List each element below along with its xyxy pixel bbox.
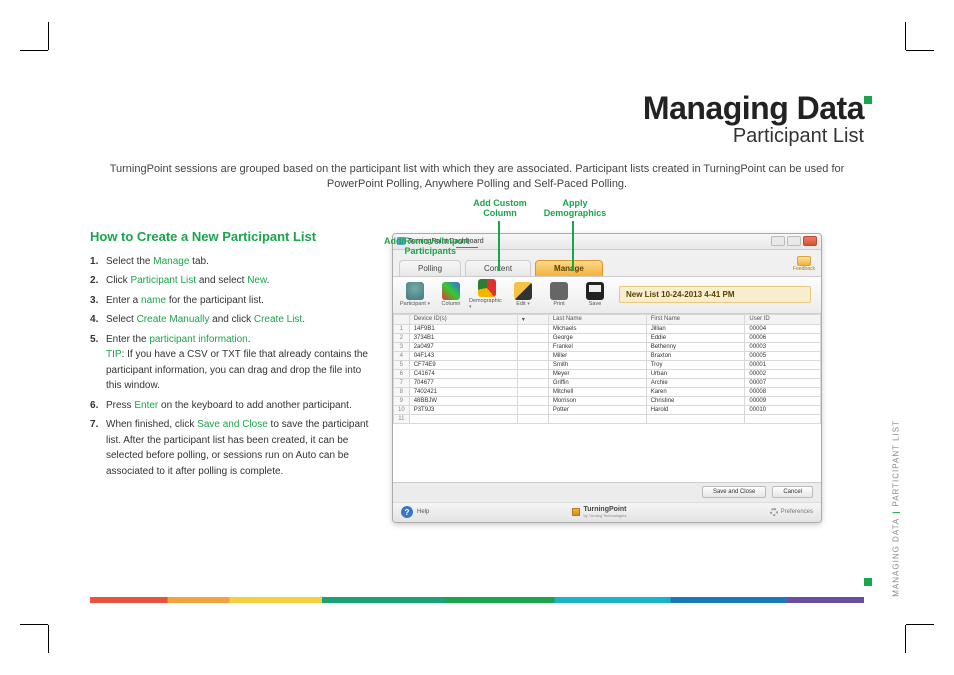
help-label[interactable]: Help: [417, 509, 429, 515]
callout-demographics: Apply Demographics: [538, 199, 612, 219]
steps-list: Select the Manage tab. Click Participant…: [90, 254, 370, 480]
page-title: Managing Data: [90, 90, 864, 127]
preferences-link[interactable]: Preferences: [770, 508, 813, 516]
rainbow-divider: [90, 597, 864, 603]
maximize-button[interactable]: [787, 236, 801, 246]
close-button[interactable]: [803, 236, 817, 246]
brand-logo: TurningPointby Turning Technologies: [572, 506, 626, 518]
minimize-button[interactable]: [771, 236, 785, 246]
step-7: When finished, click Save and Close to s…: [90, 417, 370, 479]
step-5: Enter the participant information.TIP: I…: [90, 332, 370, 394]
table-row[interactable]: 948BBJWMorrisonChristine00009: [394, 396, 821, 405]
section-heading: How to Create a New Participant List: [90, 229, 370, 244]
column-icon: [442, 282, 460, 300]
help-icon[interactable]: ?: [401, 506, 413, 518]
feedback-icon: [797, 256, 811, 266]
step-2: Click Participant List and select New.: [90, 273, 370, 289]
tab-manage[interactable]: Manage: [535, 260, 603, 276]
table-row[interactable]: 10P3T9J3PotterHarold00010: [394, 405, 821, 414]
screenshot-window: TurningPoint Dashboard Polling Content M…: [392, 233, 822, 523]
table-row[interactable]: 32a0497FrankelBethenny00003: [394, 342, 821, 351]
save-button[interactable]: Save: [577, 282, 613, 307]
save-icon: [586, 282, 604, 300]
page-subtitle: Participant List: [90, 125, 864, 148]
step-3: Enter a name for the participant list.: [90, 293, 370, 309]
print-icon: [550, 282, 568, 300]
table-row[interactable]: 114F9B1MichaelsJillian00004: [394, 324, 821, 333]
edit-button[interactable]: Edit ▾: [505, 282, 541, 307]
table-row[interactable]: 23734B1GeorgeEddie00006: [394, 333, 821, 342]
save-close-button[interactable]: Save and Close: [702, 486, 766, 498]
table-row[interactable]: 404F143MillerBraxton00005: [394, 351, 821, 360]
step-4: Select Create Manually and click Create …: [90, 312, 370, 328]
side-running-head: MANAGING DATA|PARTICIPANT LIST: [892, 420, 901, 597]
participant-table[interactable]: Device ID(s) ▾ Last Name First Name User…: [393, 314, 821, 424]
col-userid: User ID: [745, 314, 821, 324]
col-device: Device ID(s): [409, 314, 517, 324]
cancel-button[interactable]: Cancel: [772, 486, 813, 498]
table-row[interactable]: 7704677GriffinArchie00007: [394, 378, 821, 387]
tab-polling[interactable]: Polling: [399, 260, 461, 276]
demographic-icon: [478, 279, 496, 297]
feedback-button[interactable]: Feedback: [793, 256, 815, 276]
col-lastname: Last Name: [548, 314, 646, 324]
step-6: Press Enter on the keyboard to add anoth…: [90, 398, 370, 414]
table-row[interactable]: 5CF74E9SmithTroy00001: [394, 360, 821, 369]
accent-square: [864, 578, 872, 586]
table-row[interactable]: 87402421MitchellKaren00008: [394, 387, 821, 396]
accent-square: [864, 96, 872, 104]
demographic-button[interactable]: Demographic ▾: [469, 279, 505, 310]
participant-icon: [406, 282, 424, 300]
callout-participants: Add/Remove/Import Participants: [384, 237, 456, 257]
list-name: New List 10-24-2013 4-41 PM: [619, 286, 811, 303]
step-1: Select the Manage tab.: [90, 254, 370, 270]
column-button[interactable]: Column: [433, 282, 469, 307]
col-firstname: First Name: [646, 314, 745, 324]
edit-icon: [514, 282, 532, 300]
table-row[interactable]: 6C41674MeyerUrban00002: [394, 369, 821, 378]
participant-button[interactable]: Participant ▾: [397, 282, 433, 307]
intro-text: TurningPoint sessions are grouped based …: [90, 162, 864, 193]
callout-column: Add Custom Column: [470, 199, 530, 219]
print-button[interactable]: Print: [541, 282, 577, 307]
gear-icon: [770, 508, 778, 516]
table-row[interactable]: 11: [394, 414, 821, 423]
